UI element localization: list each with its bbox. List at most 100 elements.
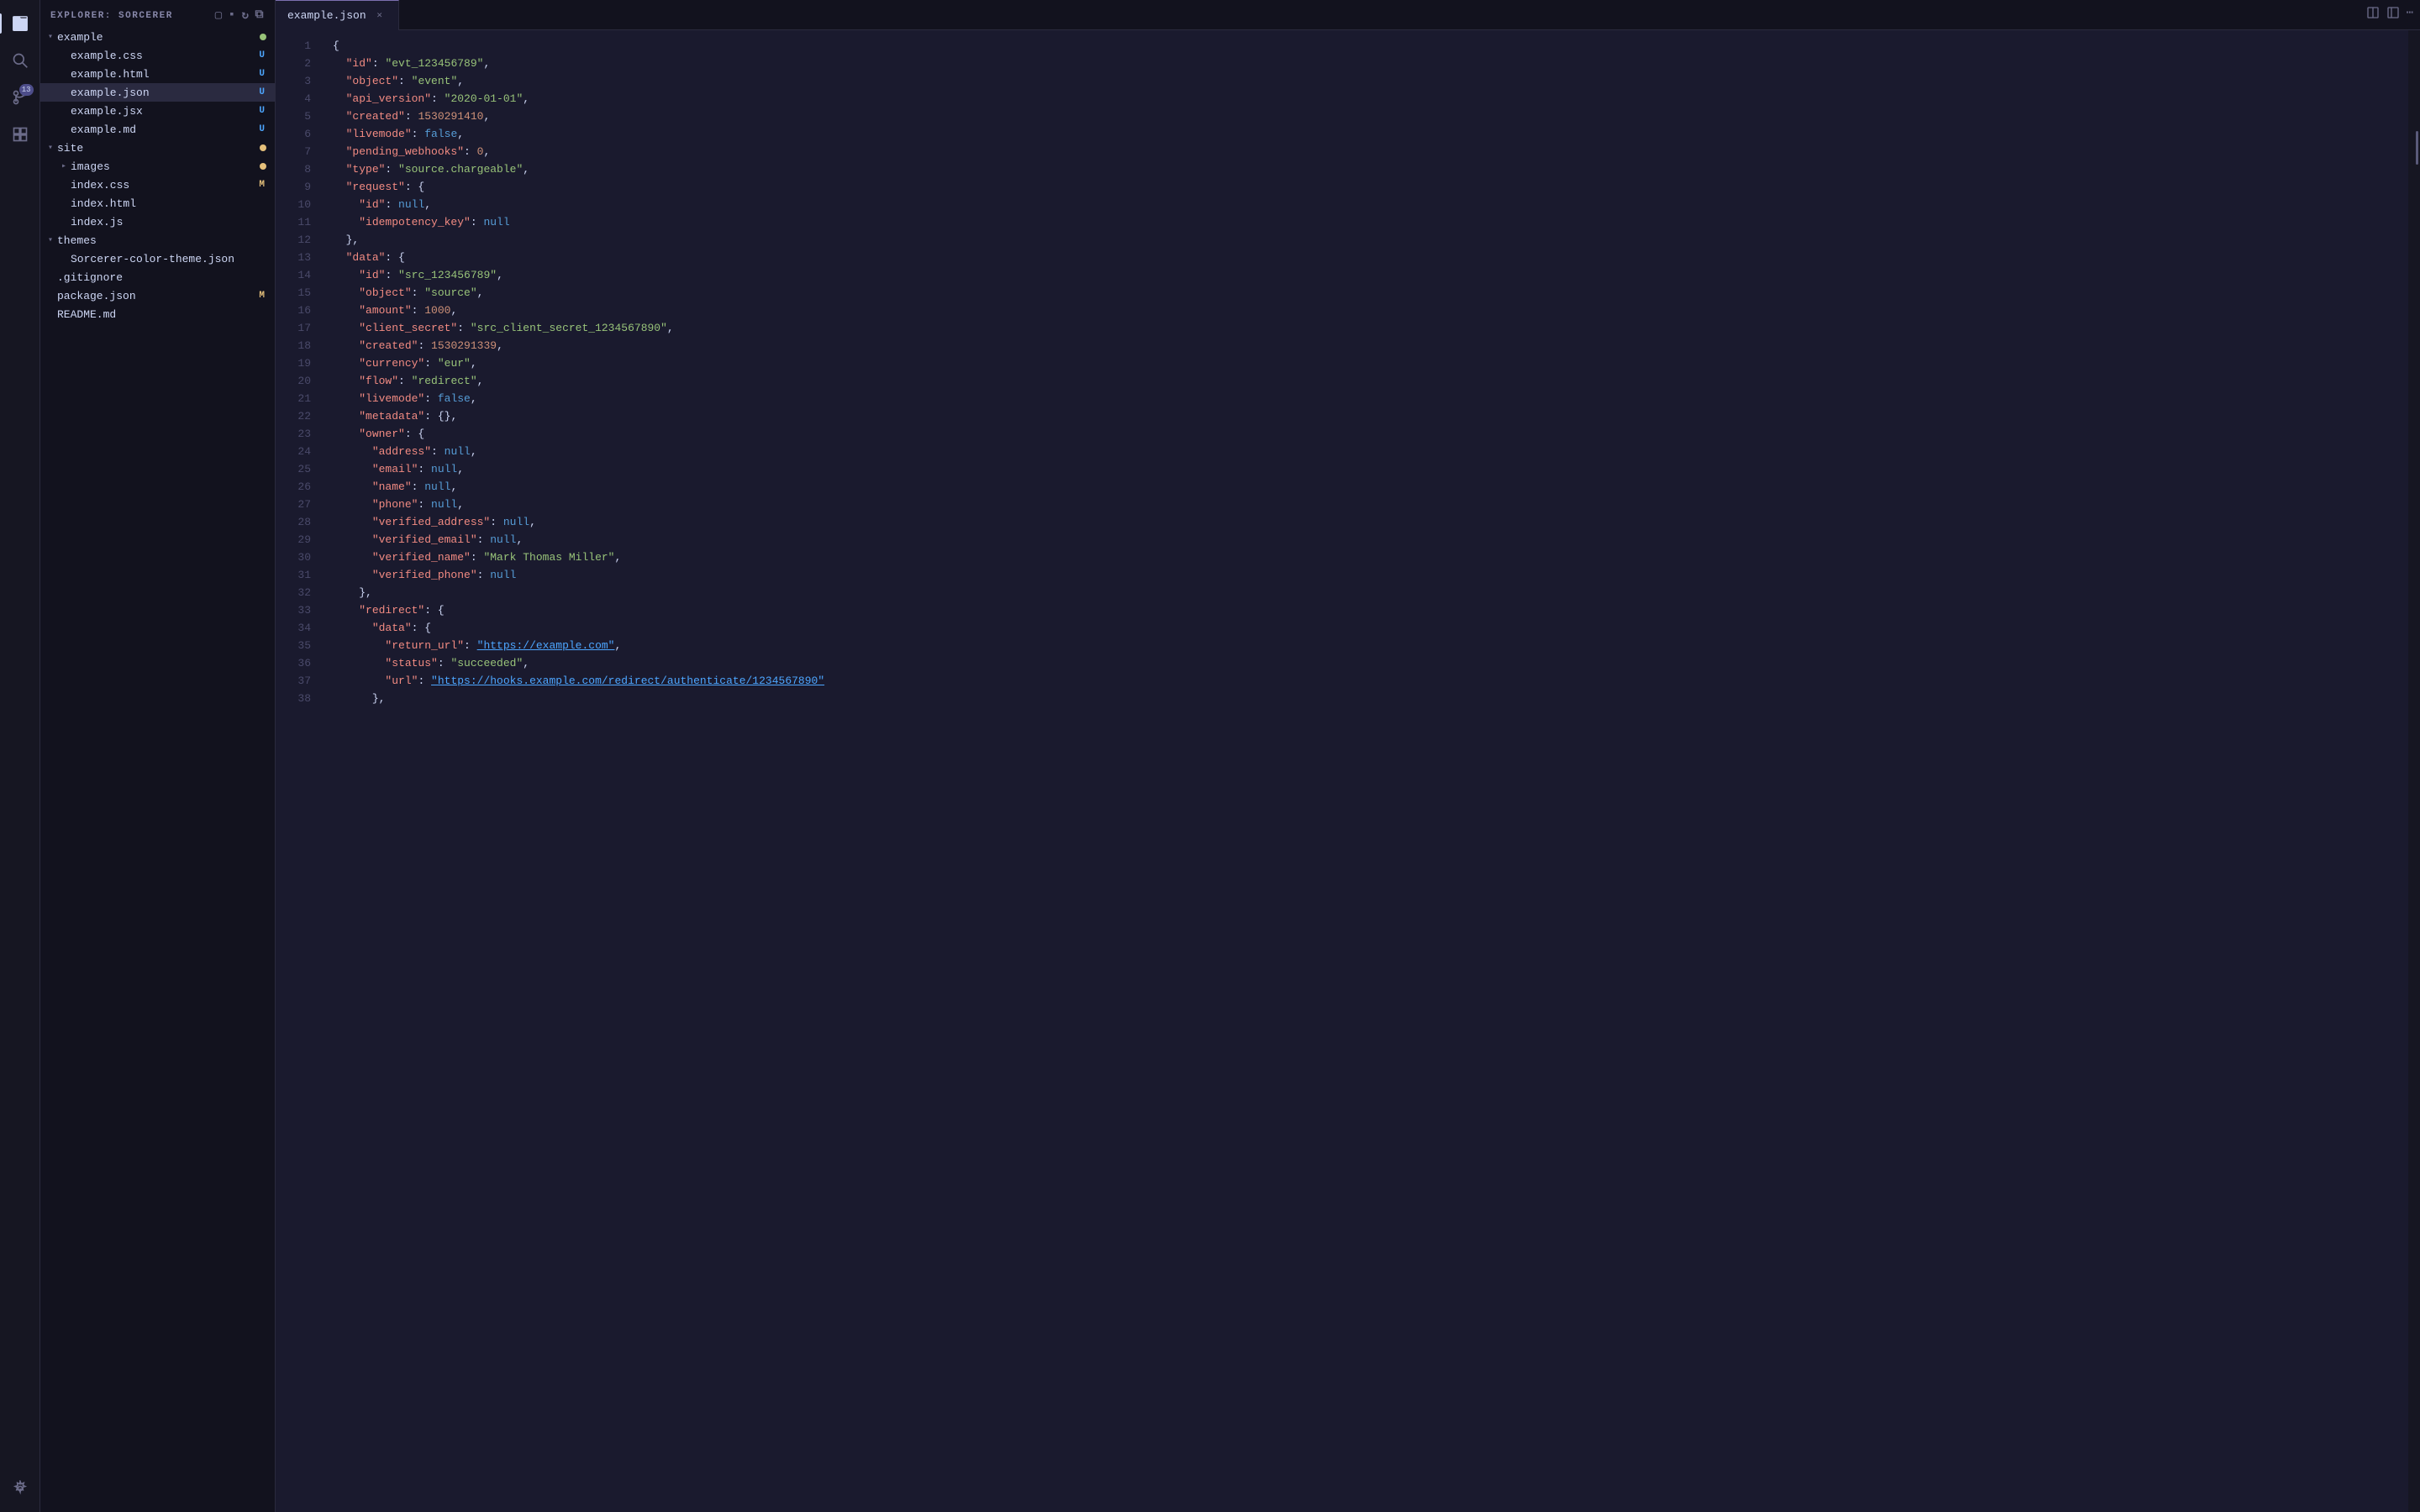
sidebar-item-package-json[interactable]: package.json M — [40, 286, 275, 305]
sidebar-item-index-html[interactable]: index.html — [40, 194, 275, 213]
code-line: "redirect": { — [333, 601, 2408, 619]
code-line: "status": "succeeded", — [333, 654, 2408, 672]
file-label: example.json — [71, 87, 255, 99]
git-badge: U — [255, 106, 268, 116]
folder-label: images — [71, 160, 260, 173]
more-actions-icon[interactable]: ⋯ — [2407, 6, 2413, 24]
code-line: "verified_address": null, — [333, 513, 2408, 531]
code-line: "return_url": "https://example.com", — [333, 637, 2408, 654]
status-dot — [260, 34, 266, 40]
git-badge: U — [255, 69, 268, 79]
sidebar-item-sorcerer-theme[interactable]: Sorcerer-color-theme.json — [40, 249, 275, 268]
sidebar-item-site-folder[interactable]: site — [40, 139, 275, 157]
code-line: "created": 1530291339, — [333, 337, 2408, 354]
sidebar-item-example-html[interactable]: example.html U — [40, 65, 275, 83]
sidebar-item-gitignore[interactable]: .gitignore — [40, 268, 275, 286]
file-label: README.md — [57, 308, 268, 321]
folder-label: themes — [57, 234, 268, 247]
code-line: "owner": { — [333, 425, 2408, 443]
file-label: package.json — [57, 290, 255, 302]
collapse-all-icon[interactable]: ⧉ — [255, 8, 266, 23]
code-line: "verified_email": null, — [333, 531, 2408, 549]
file-label: index.js — [71, 216, 268, 228]
code-line: "client_secret": "src_client_secret_1234… — [333, 319, 2408, 337]
sidebar-item-images-folder[interactable]: images — [40, 157, 275, 176]
toggle-sidebar-icon[interactable] — [2386, 6, 2400, 24]
git-badge: M — [255, 180, 268, 190]
tab-close-button[interactable]: ✕ — [373, 8, 387, 22]
tab-example-json[interactable]: example.json ✕ — [276, 0, 399, 30]
sidebar-title: EXPLORER: SORCERER — [50, 11, 173, 21]
code-line: "idempotency_key": null — [333, 213, 2408, 231]
expand-arrow — [57, 160, 71, 173]
sidebar: EXPLORER: SORCERER ▢ ▪ ↻ ⧉ example examp… — [40, 0, 276, 1512]
code-line: "data": { — [333, 249, 2408, 266]
code-line: "livemode": false, — [333, 125, 2408, 143]
code-line: "name": null, — [333, 478, 2408, 496]
code-line: "id": null, — [333, 196, 2408, 213]
code-line: "amount": 1000, — [333, 302, 2408, 319]
sidebar-item-example-folder[interactable]: example — [40, 28, 275, 46]
file-label: example.css — [71, 50, 255, 62]
code-line: { — [333, 37, 2408, 55]
code-line: "object": "event", — [333, 72, 2408, 90]
refresh-icon[interactable]: ↻ — [242, 8, 250, 23]
file-label: Sorcerer-color-theme.json — [71, 253, 268, 265]
extensions-icon[interactable] — [3, 118, 37, 151]
sidebar-item-themes-folder[interactable]: themes — [40, 231, 275, 249]
source-control-badge: 13 — [19, 84, 34, 96]
expand-arrow — [44, 30, 57, 44]
split-editor-icon[interactable] — [2366, 6, 2380, 24]
git-badge: M — [255, 291, 268, 301]
code-line: "address": null, — [333, 443, 2408, 460]
source-control-icon[interactable]: 13 — [3, 81, 37, 114]
tab-label: example.json — [287, 9, 366, 22]
code-area[interactable]: { "id": "evt_123456789", "object": "even… — [319, 30, 2408, 1512]
code-line: "currency": "eur", — [333, 354, 2408, 372]
expand-arrow — [44, 234, 57, 247]
code-line: "data": { — [333, 619, 2408, 637]
new-file-icon[interactable]: ▢ — [215, 8, 224, 23]
file-label: example.jsx — [71, 105, 255, 118]
minimap-scrollbar — [2408, 30, 2420, 1512]
file-label: example.html — [71, 68, 255, 81]
sidebar-item-readme[interactable]: README.md — [40, 305, 275, 323]
code-line: "phone": null, — [333, 496, 2408, 513]
sidebar-item-index-css[interactable]: index.css M — [40, 176, 275, 194]
code-line: }, — [333, 584, 2408, 601]
code-line: "flow": "redirect", — [333, 372, 2408, 390]
code-line: "created": 1530291410, — [333, 108, 2408, 125]
main-editor-area: example.json ✕ ⋯ 12345678910111213141516… — [276, 0, 2420, 1512]
sidebar-header: EXPLORER: SORCERER ▢ ▪ ↻ ⧉ — [40, 0, 275, 28]
git-badge: U — [255, 124, 268, 134]
new-folder-icon[interactable]: ▪ — [229, 8, 237, 23]
activity-bar: 13 — [0, 0, 40, 1512]
code-line: "email": null, — [333, 460, 2408, 478]
status-dot — [260, 163, 266, 170]
code-line: "api_version": "2020-01-01", — [333, 90, 2408, 108]
file-label: index.css — [71, 179, 255, 192]
code-line: "verified_name": "Mark Thomas Miller", — [333, 549, 2408, 566]
sidebar-item-example-json[interactable]: example.json U — [40, 83, 275, 102]
git-badge: U — [255, 87, 268, 97]
tab-bar-actions: ⋯ — [2366, 6, 2420, 24]
tab-bar: example.json ✕ ⋯ — [276, 0, 2420, 30]
files-icon[interactable] — [3, 7, 37, 40]
code-editor[interactable]: 1234567891011121314151617181920212223242… — [276, 30, 2420, 1512]
code-line: "id": "src_123456789", — [333, 266, 2408, 284]
file-label: index.html — [71, 197, 268, 210]
sidebar-item-index-js[interactable]: index.js — [40, 213, 275, 231]
sidebar-item-example-jsx[interactable]: example.jsx U — [40, 102, 275, 120]
scroll-thumb — [2416, 131, 2418, 165]
code-line: }, — [333, 690, 2408, 707]
sidebar-item-example-css[interactable]: example.css U — [40, 46, 275, 65]
folder-label: site — [57, 142, 260, 155]
code-line: "id": "evt_123456789", — [333, 55, 2408, 72]
git-badge: U — [255, 50, 268, 60]
search-icon[interactable] — [3, 44, 37, 77]
status-dot — [260, 144, 266, 151]
code-line: "metadata": {}, — [333, 407, 2408, 425]
sidebar-item-example-md[interactable]: example.md U — [40, 120, 275, 139]
expand-arrow — [44, 141, 57, 155]
settings-icon[interactable] — [3, 1472, 37, 1505]
